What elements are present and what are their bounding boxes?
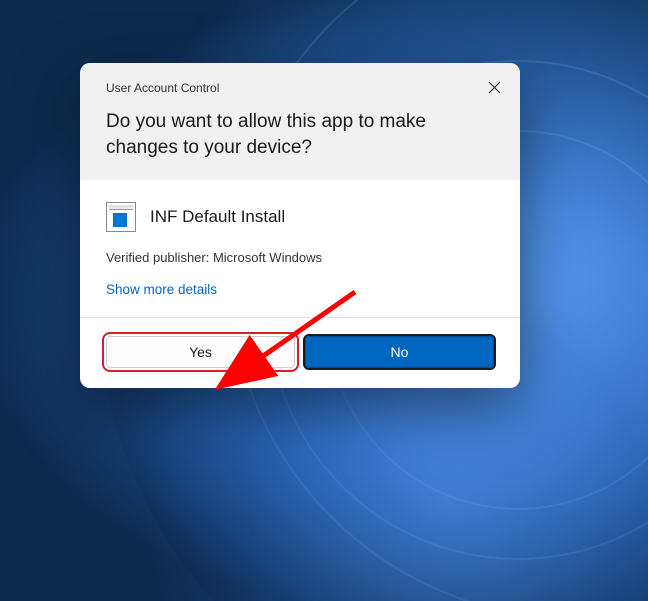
uac-dialog: User Account Control Do you want to allo… — [80, 63, 520, 388]
dialog-title: User Account Control — [106, 81, 494, 95]
app-name: INF Default Install — [150, 207, 285, 227]
app-icon — [106, 202, 136, 232]
close-button[interactable] — [482, 75, 506, 99]
show-more-details-link[interactable]: Show more details — [106, 282, 217, 297]
yes-button[interactable]: Yes — [106, 336, 295, 368]
dialog-footer: Yes No — [80, 317, 520, 388]
app-info-row: INF Default Install — [106, 202, 494, 232]
publisher-info: Verified publisher: Microsoft Windows — [106, 250, 494, 265]
dialog-header: User Account Control Do you want to allo… — [80, 63, 520, 180]
no-button[interactable]: No — [305, 336, 494, 368]
close-icon — [488, 81, 501, 94]
dialog-body: INF Default Install Verified publisher: … — [80, 180, 520, 317]
dialog-question: Do you want to allow this app to make ch… — [106, 109, 494, 160]
